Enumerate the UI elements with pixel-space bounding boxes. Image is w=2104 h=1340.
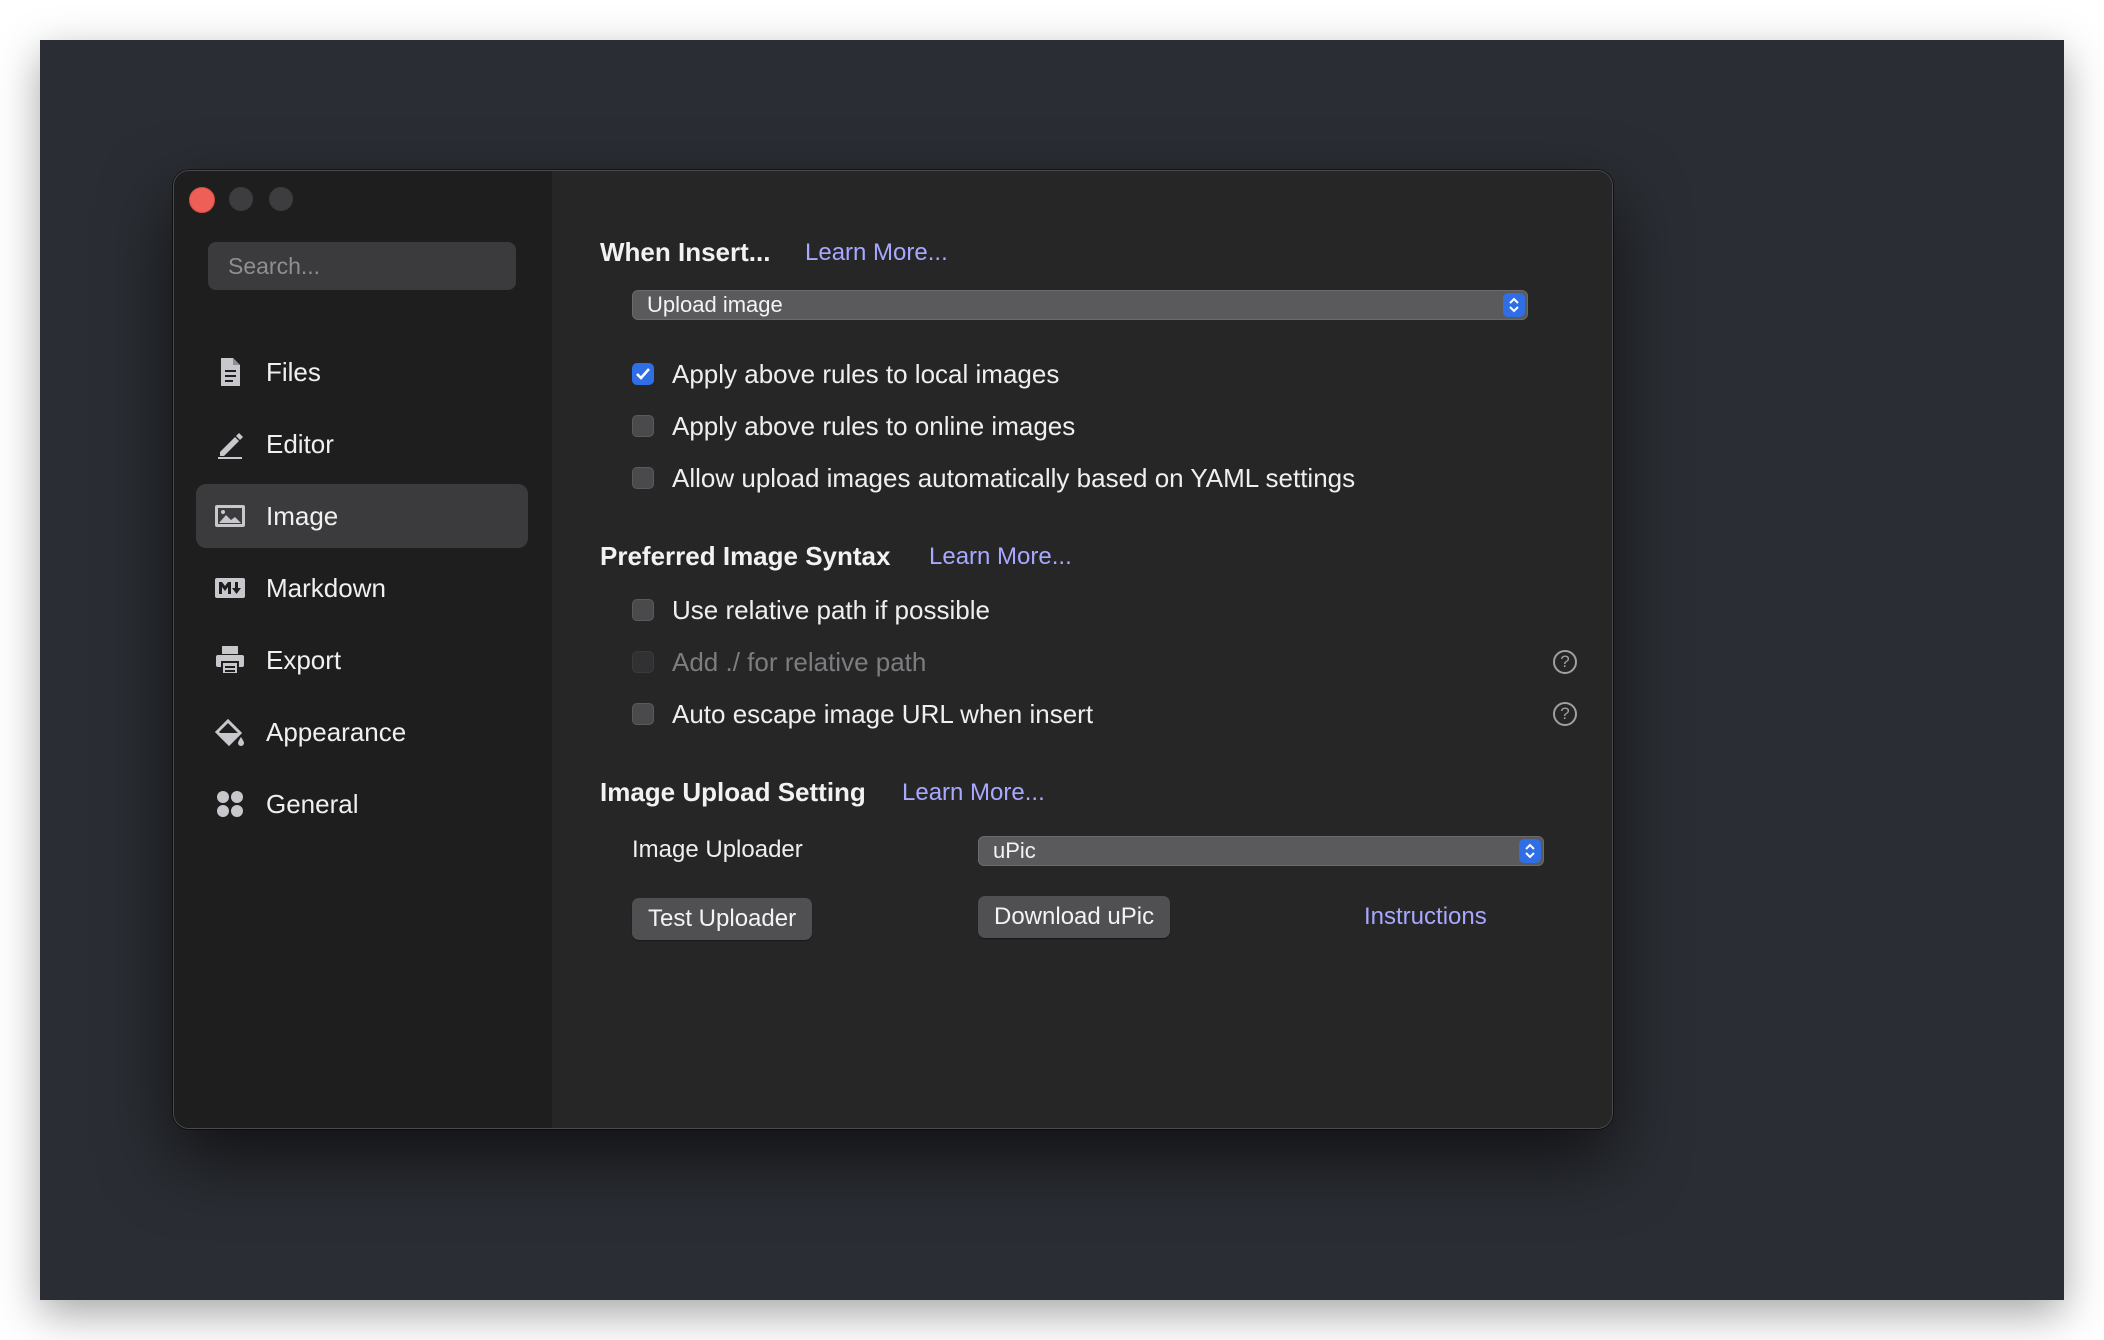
markdown-icon xyxy=(213,571,247,605)
chevron-up-down-icon xyxy=(1519,839,1541,863)
sidebar-item-image[interactable]: Image xyxy=(196,484,528,548)
sidebar-item-markdown[interactable]: Markdown xyxy=(196,556,528,620)
local-images-label: Apply above rules to local images xyxy=(672,359,1060,389)
document-icon xyxy=(213,355,247,389)
sidebar-item-label: Editor xyxy=(266,429,334,459)
sidebar-item-label: General xyxy=(266,789,359,819)
help-icon[interactable]: ? xyxy=(1553,702,1577,726)
close-window-button[interactable] xyxy=(189,187,215,213)
sidebar-item-label: Markdown xyxy=(266,573,386,603)
printer-icon xyxy=(213,643,247,677)
preferences-window: Search... Files Editor Image Markdown Ex… xyxy=(173,170,1613,1129)
sidebar-item-files[interactable]: Files xyxy=(196,340,528,404)
help-icon[interactable]: ? xyxy=(1553,650,1577,674)
yaml-upload-checkbox[interactable] xyxy=(632,467,654,489)
sidebar-item-label: Appearance xyxy=(266,717,407,747)
relative-path-checkbox[interactable] xyxy=(632,599,654,621)
sidebar-item-label: Image xyxy=(266,501,339,531)
yaml-upload-label: Allow upload images automatically based … xyxy=(672,463,1356,493)
sidebar-item-appearance[interactable]: Appearance xyxy=(196,700,528,764)
download-upic-button[interactable]: Download uPic xyxy=(978,896,1171,938)
image-uploader-label: Image Uploader xyxy=(632,836,803,863)
dot-slash-label: Add ./ for relative path xyxy=(672,647,927,677)
auto-escape-checkbox[interactable] xyxy=(632,703,654,725)
instructions-link[interactable]: Instructions xyxy=(1364,903,1487,931)
sidebar: Search... Files Editor Image Markdown Ex… xyxy=(174,171,552,1128)
test-uploader-button[interactable]: Test Uploader xyxy=(632,898,813,940)
syntax-learn-more-link[interactable]: Learn More... xyxy=(929,543,1072,571)
chevron-up-down-icon xyxy=(1503,293,1525,317)
maximize-window-button[interactable] xyxy=(269,187,293,211)
paint-bucket-icon xyxy=(213,715,247,749)
pencil-icon xyxy=(213,427,247,461)
image-icon xyxy=(213,499,247,533)
upload-learn-more-link[interactable]: Learn More... xyxy=(902,779,1045,807)
checkmark-icon xyxy=(636,368,650,380)
sidebar-item-export[interactable]: Export xyxy=(196,628,528,692)
sidebar-item-label: Files xyxy=(266,357,321,387)
sidebar-item-editor[interactable]: Editor xyxy=(196,412,528,476)
insert-action-select[interactable]: Upload image xyxy=(632,290,1528,320)
sidebar-item-label: Export xyxy=(266,645,342,675)
auto-escape-label: Auto escape image URL when insert xyxy=(672,699,1094,729)
grid-icon xyxy=(213,787,247,821)
when-insert-learn-more-link[interactable]: Learn More... xyxy=(805,239,948,267)
when-insert-heading: When Insert... xyxy=(600,237,771,267)
local-images-checkbox[interactable] xyxy=(632,363,654,385)
syntax-heading: Preferred Image Syntax xyxy=(600,541,891,571)
online-images-checkbox[interactable] xyxy=(632,415,654,437)
settings-panel: When Insert... Learn More... Upload imag… xyxy=(552,171,1612,1128)
insert-action-value: Upload image xyxy=(647,292,783,317)
sidebar-item-general[interactable]: General xyxy=(196,772,528,836)
search-input[interactable]: Search... xyxy=(208,242,516,290)
dot-slash-checkbox xyxy=(632,651,654,673)
minimize-window-button[interactable] xyxy=(229,187,253,211)
online-images-label: Apply above rules to online images xyxy=(672,411,1076,441)
image-uploader-value: uPic xyxy=(993,838,1036,863)
upload-heading: Image Upload Setting xyxy=(600,777,866,807)
image-uploader-select[interactable]: uPic xyxy=(978,836,1544,866)
relative-path-label: Use relative path if possible xyxy=(672,595,990,625)
